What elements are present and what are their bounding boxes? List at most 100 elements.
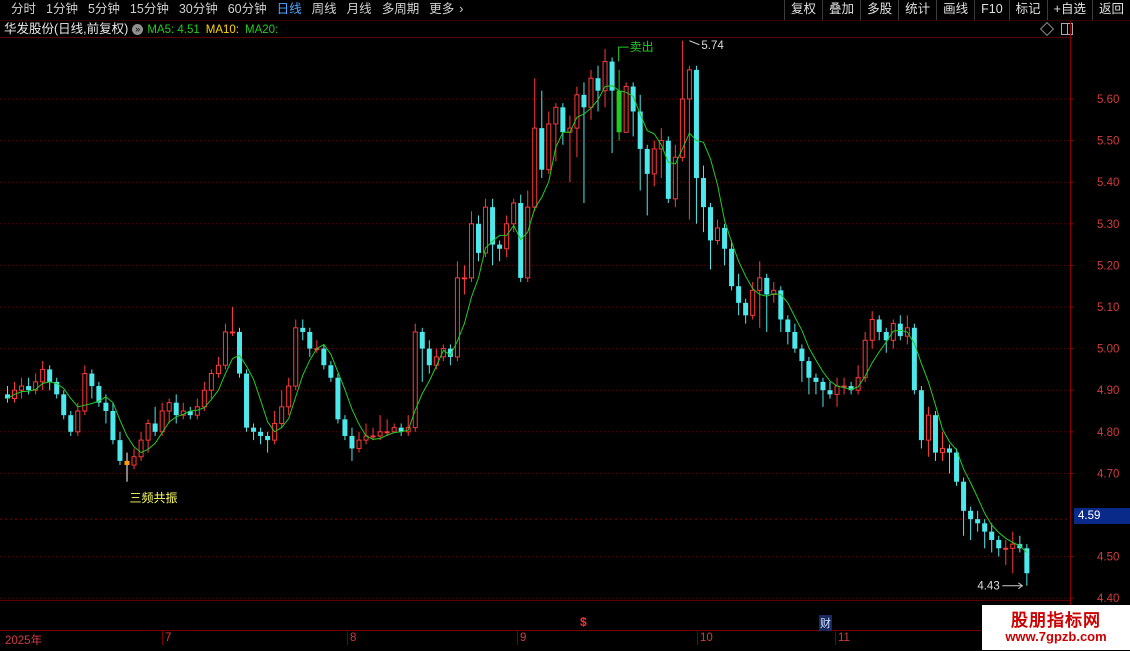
candle [468, 211, 474, 283]
candle [454, 261, 460, 362]
candle [939, 431, 945, 461]
candle-body [222, 331, 228, 366]
candle-body [426, 348, 432, 366]
candle [834, 377, 840, 407]
candle-body [258, 431, 264, 436]
candle [581, 82, 587, 203]
candle [377, 415, 383, 441]
candle-body [377, 431, 383, 437]
candle-body [370, 435, 376, 438]
candle [996, 535, 1002, 557]
candle [419, 327, 425, 382]
candle [525, 190, 531, 283]
candle [771, 282, 777, 303]
candle-body [827, 390, 833, 395]
price-tick-label: 5.00 [1097, 344, 1119, 356]
candle [708, 203, 713, 270]
candle-body [616, 90, 622, 133]
candle [546, 111, 552, 174]
candle-body [939, 447, 945, 454]
candle [490, 198, 496, 266]
candle-body [307, 331, 313, 349]
candle-body [201, 389, 207, 408]
candle-body [40, 368, 46, 383]
price-tick-label: 4.70 [1097, 468, 1119, 480]
candle [307, 327, 313, 357]
candle-body [996, 539, 1002, 549]
candle-body [560, 107, 566, 133]
candle-body [693, 69, 699, 179]
site-watermark: 股朋指标网 www.7gpzb.com [982, 605, 1130, 650]
candle-body [68, 415, 74, 432]
candle [602, 49, 608, 108]
candle-body [461, 277, 467, 280]
candle-body [595, 78, 601, 91]
candle [412, 323, 418, 432]
candle-body [103, 402, 109, 411]
candle [616, 69, 622, 141]
candle [989, 523, 995, 553]
candle-body [961, 481, 967, 511]
candle-body [700, 178, 706, 208]
candle [560, 103, 566, 145]
price-axis: 5.60 5.50 5.40 5.30 5.20 5.10 5.00 4.90 4.80 4.70… [1070, 94, 1119, 605]
candle [848, 381, 854, 395]
candle-body [813, 377, 819, 382]
date-separator [835, 631, 836, 645]
candle-body [490, 207, 496, 245]
candle-body [834, 385, 840, 395]
candle [208, 369, 214, 399]
candle [265, 431, 271, 453]
candle-body [391, 427, 397, 433]
candle-body [236, 331, 242, 374]
candle [918, 386, 924, 449]
candle [1003, 539, 1009, 565]
kline-chart[interactable]: 5.60 5.50 5.40 5.30 5.20 5.10 5.00 4.90 4.80 4.70… [0, 0, 1130, 650]
candle-body [869, 318, 875, 341]
candle-body [124, 460, 130, 466]
date-label: 2025年 [5, 635, 43, 647]
finance-marker[interactable]: 财 [819, 615, 832, 631]
candle [1017, 535, 1023, 553]
candle-body [729, 248, 735, 287]
dividend-marker[interactable]: $ [580, 615, 587, 629]
candle-body [244, 373, 250, 428]
candle [12, 381, 18, 403]
candle [33, 373, 39, 395]
candle [258, 427, 264, 445]
price-tick-label: 5.30 [1097, 219, 1119, 231]
candle [152, 406, 158, 436]
candle-body [166, 402, 172, 412]
candle [693, 65, 699, 224]
high-arrow [689, 40, 700, 46]
price-tick-label: 5.20 [1097, 260, 1119, 272]
candle [384, 419, 390, 436]
date-label: 10 [700, 632, 713, 644]
candle-body [349, 435, 355, 449]
candle-body [215, 364, 221, 375]
candle-body [61, 394, 67, 416]
price-tick-label: 5.40 [1097, 177, 1119, 189]
candle [426, 340, 432, 374]
candle [658, 128, 664, 179]
candle [300, 319, 306, 341]
candle-body [47, 369, 53, 382]
candle-body [19, 385, 25, 391]
candle [61, 390, 67, 420]
candle-body [138, 439, 144, 458]
candle-body [932, 415, 938, 453]
price-tick-label: 4.80 [1097, 427, 1119, 439]
candle [686, 65, 692, 220]
candle-body [511, 202, 517, 225]
candle [672, 144, 678, 208]
candle-body [525, 206, 531, 279]
candle-body [532, 127, 538, 208]
candle [1010, 531, 1016, 574]
candle [764, 273, 770, 332]
candle-body [518, 203, 524, 278]
candle [82, 365, 88, 416]
candle-body [208, 373, 214, 391]
candle [335, 373, 341, 424]
candle-body [750, 289, 756, 316]
candle-body [152, 423, 158, 432]
